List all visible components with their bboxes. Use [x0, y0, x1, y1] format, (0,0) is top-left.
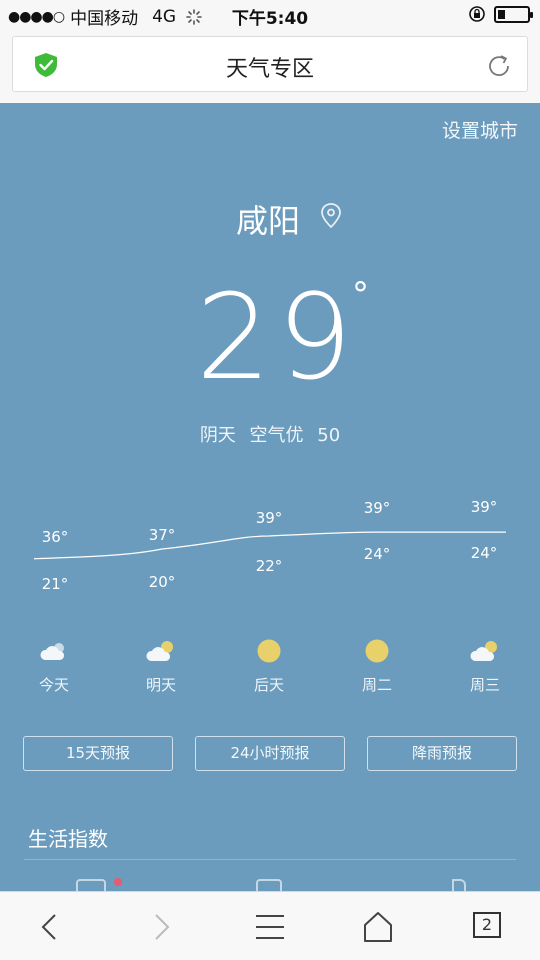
menu-icon[interactable]	[252, 909, 288, 945]
sunny-icon	[254, 638, 284, 664]
day-item: 周二	[337, 638, 417, 695]
temperature-curve	[33, 531, 506, 560]
divider	[24, 859, 516, 860]
day-label: 周二	[361, 676, 392, 694]
condition-line: 阴天 空气优 50	[0, 421, 540, 447]
tab-count-button[interactable]: 2	[473, 912, 501, 938]
set-city-link[interactable]: 设置城市	[442, 116, 518, 143]
forward-icon[interactable]	[142, 909, 178, 945]
day-label: 明天	[145, 676, 176, 694]
day-item: 明天	[121, 638, 201, 695]
partly-cloudy-icon	[146, 638, 176, 664]
aqi-value: 50	[317, 425, 341, 446]
page-title: 天气专区	[225, 57, 314, 82]
city-name: 咸阳	[235, 202, 300, 240]
high-temp-label: 39°	[256, 509, 283, 527]
browser-toolbar: 2	[0, 891, 540, 960]
15-day-forecast-button[interactable]: 15天预报	[23, 736, 173, 771]
low-temp-label: 24°	[471, 544, 498, 562]
sunny-icon	[362, 638, 392, 664]
day-label: 后天	[253, 676, 284, 694]
low-temp-label: 20°	[149, 573, 176, 591]
forecast-chart: 36° 37° 39° 39° 39° 21° 20° 22° 24° 24°	[33, 498, 506, 593]
weather-condition: 阴天	[199, 425, 236, 446]
clothing-icon[interactable]	[76, 879, 106, 891]
day-label: 今天	[38, 676, 69, 694]
city-heading: 咸阳	[0, 196, 540, 242]
current-temperature: 29	[196, 268, 359, 406]
day-label: 周三	[469, 676, 500, 694]
back-icon[interactable]	[33, 909, 69, 945]
notification-dot	[114, 878, 122, 886]
life-index-title: 生活指数	[28, 827, 108, 851]
rain-forecast-button[interactable]: 降雨预报	[367, 736, 517, 771]
status-right	[468, 5, 533, 23]
low-temp-label: 22°	[256, 557, 283, 575]
day-item: 周三	[445, 638, 525, 695]
degree-symbol: °	[352, 275, 369, 315]
air-quality-label: 空气优	[249, 425, 304, 446]
address-bar[interactable]: 天气专区	[12, 36, 528, 92]
car-icon[interactable]	[452, 879, 466, 891]
cloudy-icon	[39, 638, 69, 664]
day-item: 后天	[229, 638, 309, 695]
battery-fill	[498, 9, 505, 19]
location-pin-icon[interactable]	[320, 203, 342, 229]
weather-panel: 设置城市 咸阳 29 ° 阴天 空气优 50 36° 37° 39° 39° 39° 21…	[0, 103, 540, 891]
day-item: 今天	[14, 638, 94, 695]
battery-icon	[494, 5, 533, 23]
high-temp-label: 39°	[364, 499, 391, 517]
umbrella-icon[interactable]	[256, 879, 282, 891]
24-hour-forecast-button[interactable]: 24小时预报	[195, 736, 345, 771]
high-temp-label: 36°	[42, 528, 69, 546]
status-bar: ●●●●○ 中国移动 4G 下午5:40	[0, 0, 540, 30]
low-temp-label: 21°	[42, 575, 69, 593]
partly-cloudy-icon	[470, 638, 500, 664]
rotation-lock-icon	[469, 6, 485, 22]
refresh-icon[interactable]	[485, 52, 513, 80]
forecast-buttons: 15天预报 24小时预报 降雨预报	[22, 736, 518, 771]
status-time: 下午5:40	[231, 9, 309, 29]
home-icon[interactable]	[360, 909, 396, 945]
high-temp-label: 39°	[471, 498, 498, 516]
high-temp-label: 37°	[149, 526, 176, 544]
low-temp-label: 24°	[364, 545, 391, 563]
